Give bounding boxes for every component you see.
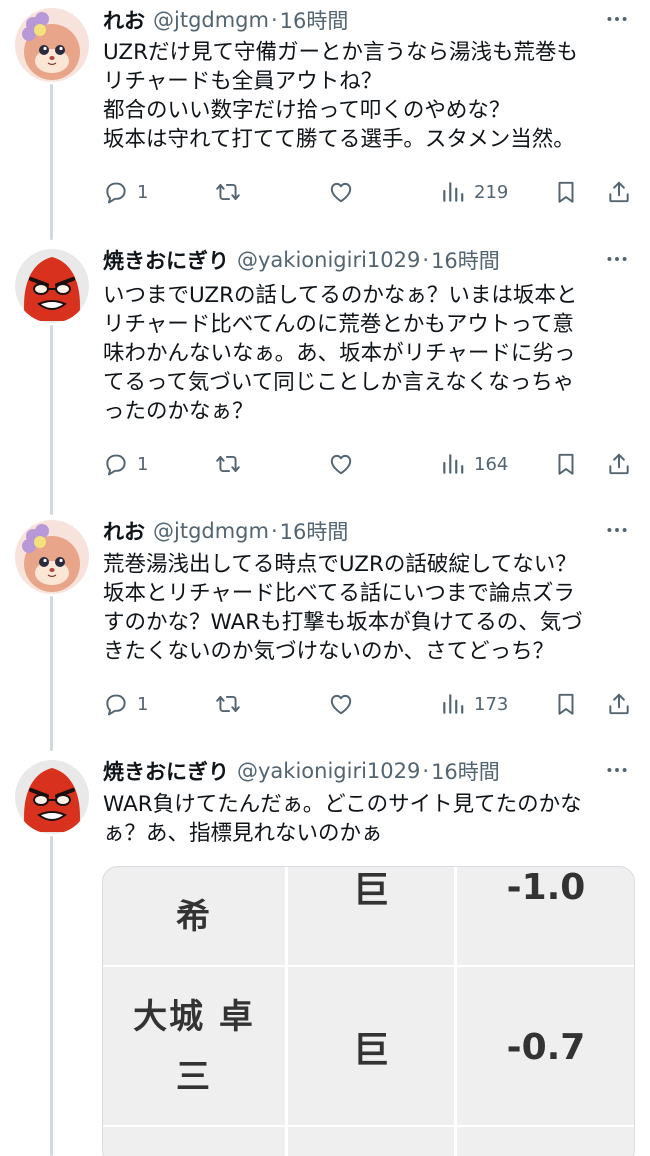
more-icon[interactable] [604,517,630,543]
views-icon [440,179,466,205]
thread-line [50,596,53,751]
retweet-button[interactable] [215,689,241,719]
table-cell-player: 希 [176,897,212,937]
separator: · [270,519,278,543]
table-cell-war: -0.7 [506,1026,586,1068]
view-count: 164 [474,453,509,475]
retweet-icon [215,691,241,717]
table-divider [103,965,634,967]
attached-image[interactable]: 希 巨 -1.0 大城 卓 三 巨 -0.7 [102,866,635,1156]
table-cell-team: 巨 [352,1030,389,1071]
share-button[interactable] [606,689,632,719]
like-icon [328,451,354,477]
thread-line [50,836,53,1156]
views-button[interactable]: 173 [440,689,508,719]
like-icon [328,691,354,717]
view-count: 219 [474,181,509,203]
thread-line [50,84,53,240]
table-divider [285,867,288,1156]
tweet-text: WAR負けてたんだぁ。どこのサイト見てたのかな ぁ？あ、指標見れないのかぁ [103,792,582,846]
table-cell-player: 大城 卓 三 [133,997,255,1097]
bookmark-button[interactable] [553,689,579,719]
tweet-text: 荒巻湯浅出してる時点でUZRの話破綻してない？ 坂本とリチャード比べてる話にいつ… [103,552,583,664]
share-icon [606,451,632,477]
bookmark-icon [553,179,579,205]
table-divider [103,1125,634,1127]
more-icon[interactable] [604,246,630,272]
reply-count: 1 [137,693,149,715]
more-icon[interactable] [604,757,630,783]
user-handle[interactable]: @yakionigiri1029 [237,248,420,272]
user-handle[interactable]: @yakionigiri1029 [237,759,420,783]
tweet-text: いつまでUZRの話してるのかなぁ？いまは坂本と リチャード比べてんのに荒巻とかも… [103,283,578,424]
reply-count: 1 [137,453,149,475]
retweet-button[interactable] [215,449,241,479]
reply-icon [103,179,129,205]
user-handle[interactable]: @jtgdmgm [153,8,269,32]
table-divider [454,867,457,1156]
reply-icon [103,691,129,717]
reply-count: 1 [137,181,149,203]
tweet-text: UZRだけ見て守備ガーとか言うなら湯浅も荒巻も リチャードも全員アウトね？ 都合… [103,40,579,152]
views-button[interactable]: 164 [440,449,508,479]
retweet-icon [215,179,241,205]
bookmark-button[interactable] [553,177,579,207]
display-name[interactable]: れお [103,516,145,546]
like-button[interactable] [328,177,354,207]
reply-button[interactable]: 1 [103,449,148,479]
display-name[interactable]: 焼きおにぎり [103,756,229,786]
separator: · [422,759,430,783]
timestamp[interactable]: 16時間 [280,5,349,35]
share-icon [606,179,632,205]
like-button[interactable] [328,449,354,479]
avatar[interactable] [15,520,89,594]
table-cell-war: -1.0 [506,866,586,908]
more-icon[interactable] [604,6,630,32]
bookmark-icon [553,451,579,477]
retweet-button[interactable] [215,177,241,207]
separator: · [422,248,430,272]
avatar[interactable] [15,8,89,82]
share-button[interactable] [606,177,632,207]
avatar[interactable] [15,249,89,323]
reply-button[interactable]: 1 [103,689,148,719]
bookmark-icon [553,691,579,717]
reply-button[interactable]: 1 [103,177,148,207]
retweet-icon [215,451,241,477]
bookmark-button[interactable] [553,449,579,479]
reply-icon [103,451,129,477]
views-icon [440,691,466,717]
display-name[interactable]: れお [103,5,145,35]
display-name[interactable]: 焼きおにぎり [103,245,229,275]
like-button[interactable] [328,689,354,719]
views-button[interactable]: 219 [440,177,508,207]
timestamp[interactable]: 16時間 [280,516,349,546]
timestamp[interactable]: 16時間 [431,245,500,275]
share-icon [606,691,632,717]
timestamp[interactable]: 16時間 [431,756,500,786]
share-button[interactable] [606,449,632,479]
separator: · [270,8,278,32]
table-cell-team: 巨 [352,870,389,911]
thread-line [50,325,53,515]
view-count: 173 [474,693,509,715]
like-icon [328,179,354,205]
user-handle[interactable]: @jtgdmgm [153,519,269,543]
views-icon [440,451,466,477]
avatar[interactable] [15,760,89,834]
